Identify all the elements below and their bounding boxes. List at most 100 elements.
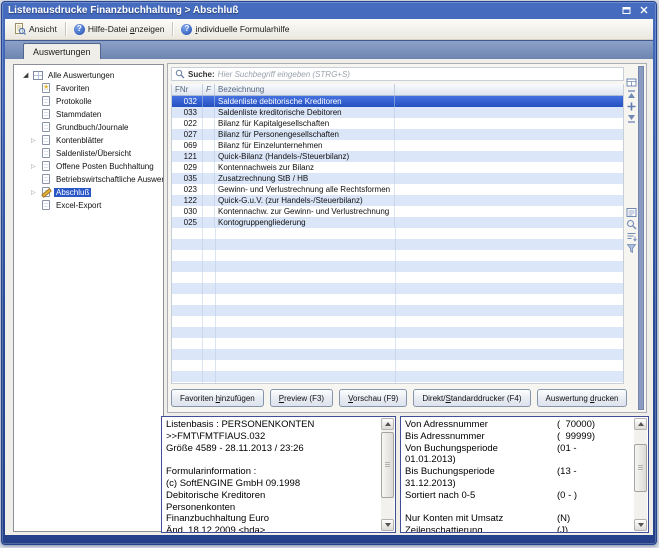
preview-button[interactable]: Preview (F3): [270, 389, 333, 407]
tree-item-betriebswirtschaftliche-auswertungen[interactable]: Betriebswirtschaftliche Auswertungen: [14, 173, 163, 186]
cell-fnr: 033: [172, 107, 203, 118]
info-line: [166, 454, 378, 466]
toolbar-separator: [172, 22, 173, 36]
report-groupbox: Suche: FNr F Bezeichnung 032Saldenliste …: [167, 63, 647, 413]
table-row[interactable]: 027Bilanz für Personengesellschaften: [172, 129, 623, 140]
table-row[interactable]: 035Zusatzrechnung StB / HB: [172, 173, 623, 184]
window-client-area: Ansicht Hilfe-Datei anzeigen individuell…: [5, 19, 653, 535]
list-view-icon[interactable]: [626, 207, 637, 218]
scroll-down-button[interactable]: [381, 519, 394, 531]
scroll-down-button[interactable]: [634, 519, 647, 531]
tree-item-protokolle[interactable]: Protokolle: [14, 95, 163, 108]
ansicht-button[interactable]: Ansicht: [9, 21, 62, 37]
tree-item-label: Saldenliste/Übersicht: [54, 149, 133, 158]
parameter-line: Zeilenschattierung(J): [405, 525, 631, 532]
field-chooser-icon[interactable]: [626, 77, 637, 88]
search-icon: [175, 69, 185, 79]
help-file-button[interactable]: Hilfe-Datei anzeigen: [69, 22, 170, 37]
splitter-handle[interactable]: [638, 66, 644, 410]
table-row[interactable]: 032Saldenliste debitorische Kreditoren: [172, 96, 623, 107]
col-bezeichnung[interactable]: Bezeichnung: [215, 84, 395, 95]
empty-rows: [172, 228, 623, 384]
table-body: 032Saldenliste debitorische Kreditoren 0…: [172, 96, 623, 384]
table-row[interactable]: 122Quick-G.u.V. (zur Handels-/Steuerbila…: [172, 195, 623, 206]
document-page-icon: [41, 200, 52, 211]
expander-collapsed-icon[interactable]: ▷: [31, 164, 41, 170]
add-icon[interactable]: [626, 101, 637, 112]
sort-icon[interactable]: [626, 231, 637, 242]
action-buttons: Favoriten hinzufügen Preview (F3) Vorsch…: [171, 388, 627, 408]
tree-item-grundbuch-journale[interactable]: Grundbuch/Journale: [14, 121, 163, 134]
cell-f: [203, 129, 215, 140]
tree-item-alle-auswertungen[interactable]: ◢ Alle Auswertungen: [14, 69, 163, 82]
parameter-line: Von Adressnummer( 70000): [405, 419, 631, 431]
tree-item-label: Stammdaten: [54, 110, 103, 119]
direct-printer-button[interactable]: Direkt/Standarddrucker (F4): [413, 389, 530, 407]
col-f[interactable]: F: [203, 84, 215, 95]
scroll-up-button[interactable]: [381, 418, 394, 430]
titlebar[interactable]: Listenausdrucke Finanzbuchhaltung > Absc…: [2, 2, 656, 18]
search-bar[interactable]: Suche:: [171, 67, 624, 81]
ansicht-label: Ansicht: [29, 24, 57, 34]
cell-f: [203, 118, 215, 129]
document-view-icon: [14, 23, 26, 35]
restore-window-icon: [622, 6, 631, 15]
tree-item-favoriten[interactable]: Favoriten: [14, 82, 163, 95]
scroll-up-button[interactable]: [634, 418, 647, 430]
table-row[interactable]: 023Gewinn- und Verlustrechnung alle Rech…: [172, 184, 623, 195]
table-row[interactable]: 069Bilanz für Einzelunternehmen: [172, 140, 623, 151]
vorschau-button[interactable]: Vorschau (F9): [339, 389, 407, 407]
search-input[interactable]: [218, 69, 620, 80]
tree-item-abschluss[interactable]: ▷ Abschluß: [14, 186, 163, 199]
table-row[interactable]: 029 Kontennachweis zur Bilanz: [172, 162, 623, 173]
tree-item-saldenliste-uebersicht[interactable]: Saldenliste/Übersicht: [14, 147, 163, 160]
add-favorite-button[interactable]: Favoriten hinzufügen: [171, 389, 264, 407]
search-label: Suche:: [188, 70, 215, 79]
tree-item-stammdaten[interactable]: Stammdaten: [14, 108, 163, 121]
form-info-panel: Listenbasis : PERSONENKONTEN >>FMT\FMTFI…: [161, 416, 396, 533]
scroll-thumb[interactable]: [634, 444, 647, 492]
close-button[interactable]: [637, 5, 650, 16]
tree-item-kontenblaetter[interactable]: ▷ Kontenblätter: [14, 134, 163, 147]
content-area: ◢ Alle Auswertungen Favoriten Protokolle: [5, 59, 653, 535]
scrollbar[interactable]: [381, 418, 394, 531]
scrollbar[interactable]: [634, 418, 647, 531]
tab-auswertungen[interactable]: Auswertungen: [23, 43, 101, 59]
individual-form-help-label: individuelle Formularhilfe: [195, 24, 289, 34]
tree-item-label: Offene Posten Buchhaltung: [54, 162, 156, 171]
print-report-button[interactable]: Auswertung drucken: [537, 389, 628, 407]
cell-bezeichnung: Gewinn- und Verlustrechnung alle Rechtsf…: [215, 184, 395, 195]
cell-fnr: 029: [172, 162, 203, 173]
expander-collapsed-icon[interactable]: ▷: [31, 138, 41, 144]
jump-to-top-icon[interactable]: [626, 89, 637, 100]
table-row[interactable]: 022Bilanz für Kapitalgesellschaften: [172, 118, 623, 129]
table-row[interactable]: 033Saldenliste kreditorische Debitoren: [172, 107, 623, 118]
expander-collapsed-icon[interactable]: ▷: [31, 190, 41, 196]
individual-form-help-button[interactable]: individuelle Formularhilfe: [176, 22, 294, 37]
cell-bezeichnung: Kontennachweis zur Bilanz: [215, 162, 395, 173]
info-line: Formularinformation :: [166, 466, 378, 478]
cell-bezeichnung: Bilanz für Kapitalgesellschaften: [215, 118, 395, 129]
parameter-panel: Von Adressnummer( 70000) Bis Adressnumme…: [400, 416, 649, 533]
jump-to-bottom-icon[interactable]: [626, 113, 637, 124]
cell-bezeichnung: Quick-G.u.V. (zur Handels-/Steuerbilanz): [215, 195, 395, 206]
info-line: Personenkonten: [166, 502, 378, 514]
expander-expanded-icon[interactable]: ◢: [23, 72, 33, 79]
table-row[interactable]: 121Quick-Bilanz (Handels-/Steuerbilanz): [172, 151, 623, 162]
window-title: Listenausdrucke Finanzbuchhaltung > Absc…: [8, 5, 239, 16]
tree-item-excel-export[interactable]: Excel-Export: [14, 199, 163, 212]
scroll-thumb[interactable]: [381, 432, 394, 498]
tab-bar: Auswertungen: [5, 40, 653, 59]
tree-item-label: Favoriten: [54, 84, 91, 93]
restore-button[interactable]: [620, 5, 633, 16]
filter-icon[interactable]: [626, 243, 637, 254]
col-fnr[interactable]: FNr: [172, 84, 203, 95]
info-line: Listenbasis : PERSONENKONTEN: [166, 419, 378, 431]
zoom-icon[interactable]: [626, 219, 637, 230]
tree-item-offene-posten-buchhaltung[interactable]: ▷ Offene Posten Buchhaltung: [14, 160, 163, 173]
cell-bezeichnung: Kontennachw. zur Gewinn- und Verlustrech…: [215, 206, 395, 217]
table-row[interactable]: 030Kontennachw. zur Gewinn- und Verlustr…: [172, 206, 623, 217]
cell-f: [203, 184, 215, 195]
parameter-line: 31.12.2013): [405, 478, 631, 490]
table-row[interactable]: 025Kontogruppengliederung: [172, 217, 623, 228]
